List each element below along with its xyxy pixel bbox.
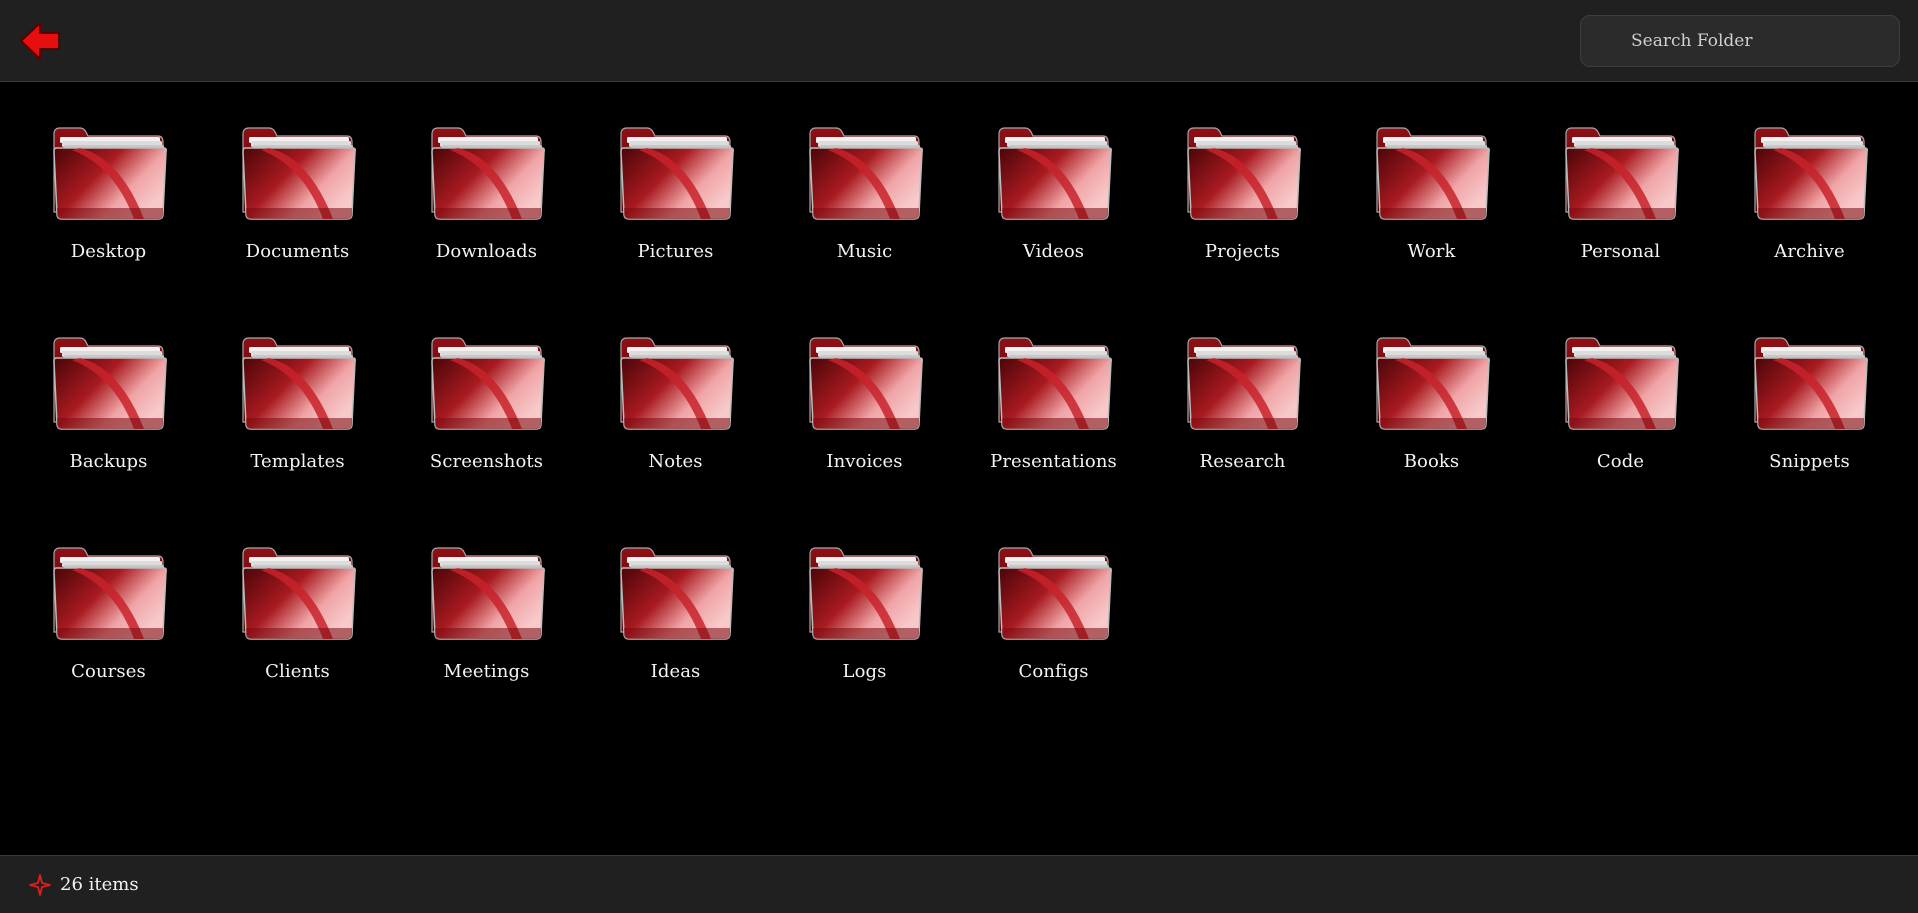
folder-item-presentations[interactable]: Presentations	[959, 334, 1148, 544]
folder-label: Invoices	[826, 451, 903, 472]
folder-label: Research	[1199, 451, 1286, 472]
folder-label: Clients	[265, 661, 330, 682]
folder-icon	[617, 124, 735, 224]
folder-item-clients[interactable]: Clients	[203, 544, 392, 754]
folder-item-personal[interactable]: Personal	[1526, 124, 1715, 334]
folder-label: Courses	[71, 661, 146, 682]
folder-icon	[428, 334, 546, 434]
folder-icon	[428, 124, 546, 224]
back-button[interactable]	[18, 20, 62, 62]
folder-icon	[617, 334, 735, 434]
folder-label: Backups	[69, 451, 148, 472]
folder-item-screenshots[interactable]: Screenshots	[392, 334, 581, 544]
folder-label: Templates	[250, 451, 345, 472]
folder-item-desktop[interactable]: Desktop	[14, 124, 203, 334]
folder-icon	[50, 334, 168, 434]
folder-icon	[806, 124, 924, 224]
top-bar	[0, 0, 1918, 82]
folder-icon	[995, 334, 1113, 434]
folder-icon	[239, 334, 357, 434]
folder-icon	[1184, 124, 1302, 224]
folder-item-pictures[interactable]: Pictures	[581, 124, 770, 334]
folder-item-research[interactable]: Research	[1148, 334, 1337, 544]
folder-label: Pictures	[637, 241, 714, 262]
folder-label: Presentations	[990, 451, 1117, 472]
folder-icon	[995, 544, 1113, 644]
folder-item-books[interactable]: Books	[1337, 334, 1526, 544]
folder-label: Logs	[842, 661, 887, 682]
folder-grid: Desktop Documents Downloads Pictures Mus…	[14, 124, 1904, 754]
folder-label: Screenshots	[429, 451, 544, 472]
sparkle-icon	[28, 873, 52, 897]
folder-label: Documents	[245, 241, 350, 262]
folder-label: Ideas	[650, 661, 701, 682]
folder-label: Notes	[648, 451, 703, 472]
folder-item-documents[interactable]: Documents	[203, 124, 392, 334]
folder-label: Music	[836, 241, 893, 262]
arrow-left-icon	[20, 22, 60, 60]
folder-icon	[1373, 334, 1491, 434]
folder-icon	[1184, 334, 1302, 434]
folder-item-templates[interactable]: Templates	[203, 334, 392, 544]
folder-label: Projects	[1204, 241, 1281, 262]
folder-item-configs[interactable]: Configs	[959, 544, 1148, 754]
folder-item-invoices[interactable]: Invoices	[770, 334, 959, 544]
folder-item-notes[interactable]: Notes	[581, 334, 770, 544]
folder-label: Books	[1403, 451, 1460, 472]
folder-item-downloads[interactable]: Downloads	[392, 124, 581, 334]
folder-icon	[428, 544, 546, 644]
folder-label: Downloads	[435, 241, 538, 262]
folder-icon	[806, 544, 924, 644]
folder-label: Personal	[1580, 241, 1661, 262]
folder-item-work[interactable]: Work	[1337, 124, 1526, 334]
folder-item-courses[interactable]: Courses	[14, 544, 203, 754]
folder-label: Snippets	[1769, 451, 1850, 472]
folder-icon	[239, 124, 357, 224]
folder-icon	[1373, 124, 1491, 224]
folder-item-code[interactable]: Code	[1526, 334, 1715, 544]
folder-label: Desktop	[70, 241, 147, 262]
folder-icon	[1562, 124, 1680, 224]
folder-label: Meetings	[443, 661, 530, 682]
folder-item-ideas[interactable]: Ideas	[581, 544, 770, 754]
folder-icon	[995, 124, 1113, 224]
folder-icon	[50, 544, 168, 644]
folder-item-music[interactable]: Music	[770, 124, 959, 334]
folder-label: Work	[1407, 241, 1456, 262]
status-bar: 26 items	[0, 855, 1918, 913]
item-count: 26 items	[60, 874, 139, 895]
folder-item-backups[interactable]: Backups	[14, 334, 203, 544]
folder-item-meetings[interactable]: Meetings	[392, 544, 581, 754]
folder-icon	[806, 334, 924, 434]
folder-icon	[50, 124, 168, 224]
folder-icon	[617, 544, 735, 644]
folder-item-projects[interactable]: Projects	[1148, 124, 1337, 334]
folder-icon	[1562, 334, 1680, 434]
folder-item-logs[interactable]: Logs	[770, 544, 959, 754]
folder-item-videos[interactable]: Videos	[959, 124, 1148, 334]
folder-item-snippets[interactable]: Snippets	[1715, 334, 1904, 544]
folder-label: Archive	[1774, 241, 1845, 262]
folder-label: Code	[1596, 451, 1645, 472]
folder-icon	[239, 544, 357, 644]
folder-label: Configs	[1018, 661, 1089, 682]
folder-icon	[1751, 334, 1869, 434]
folder-label: Videos	[1022, 241, 1085, 262]
search-input[interactable]	[1580, 15, 1900, 67]
folder-item-archive[interactable]: Archive	[1715, 124, 1904, 334]
folder-icon	[1751, 124, 1869, 224]
